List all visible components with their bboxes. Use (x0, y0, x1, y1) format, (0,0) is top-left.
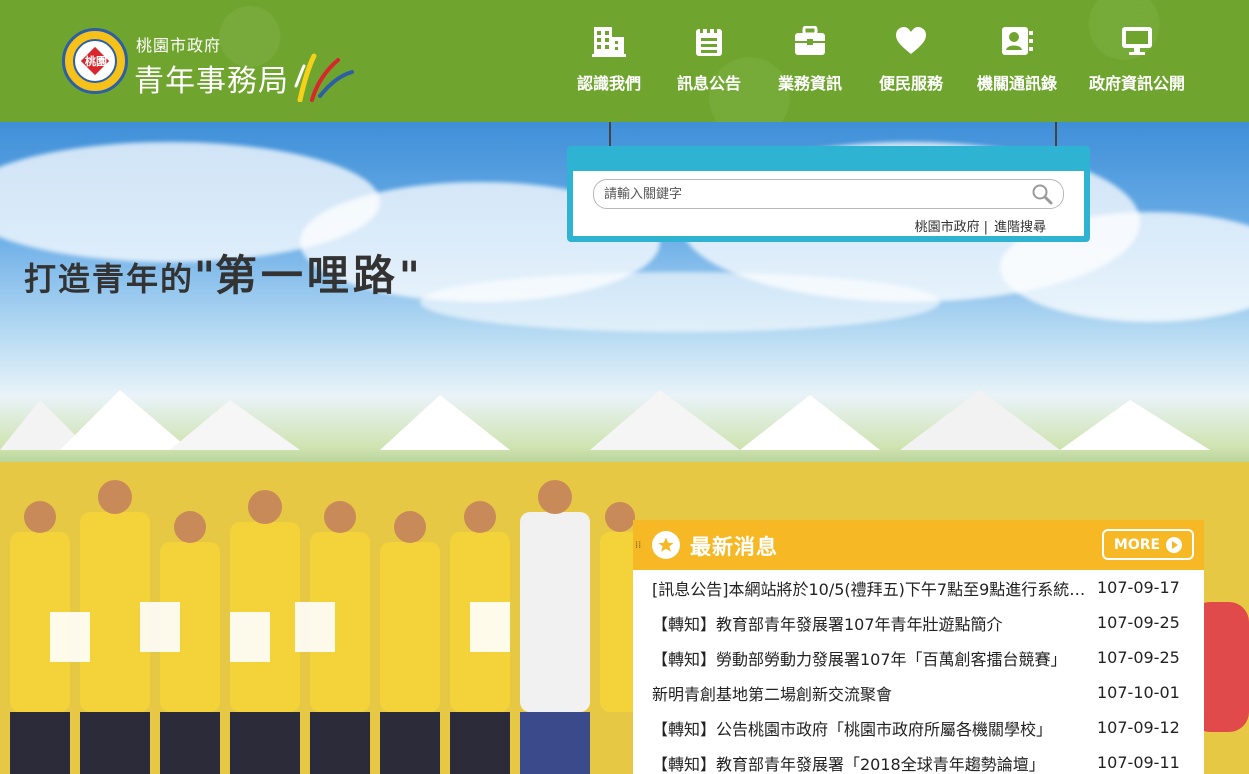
news-title: 最新消息 (690, 535, 778, 559)
briefcase-icon (794, 22, 826, 60)
news-header: ⁞⁞ 最新消息 MORE (633, 520, 1204, 570)
heart-icon (895, 22, 927, 60)
taoyuan-gov-link[interactable]: 桃園市政府 (915, 220, 980, 235)
news-item-date: 107-09-17 (1097, 578, 1180, 597)
slogan-main: 第一哩路 (214, 251, 399, 300)
news-item-title: 【轉知】教育部青年發展署「2018全球青年趨勢論壇」 (652, 754, 1045, 774)
search-panel: 桃園市政府| 進階搜尋 (567, 146, 1090, 242)
news-item-date: 107-09-12 (1097, 718, 1180, 737)
leaves-logo-icon (294, 53, 354, 102)
monitor-icon (1121, 22, 1153, 60)
slogan-close-quote: " (398, 254, 420, 300)
main-nav: 認識我們 訊息公告 業務資訊 便民服務 機關通訊錄 政府資訊公開 (565, 22, 1199, 102)
search-icon[interactable] (1031, 183, 1053, 205)
org-parent-name: 桃園市政府 (136, 36, 222, 55)
nav-business-info[interactable]: 業務資訊 (767, 22, 853, 102)
news-item-date: 107-09-11 (1097, 753, 1180, 772)
contact-card-icon (1001, 22, 1033, 60)
play-arrow-icon (1166, 536, 1183, 553)
nav-directory[interactable]: 機關通訊錄 (965, 22, 1069, 102)
news-item[interactable]: 新明青創基地第二場創新交流聚會 107-10-01 (633, 675, 1204, 710)
nav-label: 便民服務 (878, 74, 943, 93)
nav-citizen-services[interactable]: 便民服務 (869, 22, 953, 102)
news-item-title: [訊息公告]本網站將於10/5(禮拜五)下午7點至9點進行系統維護 (652, 579, 1092, 599)
news-item[interactable]: 【轉知】勞動部勞動力發展署107年「百萬創客擂台競賽」 107-09-25 (633, 640, 1204, 675)
news-item-title: 新明青創基地第二場創新交流聚會 (652, 684, 893, 704)
news-list: [訊息公告]本網站將於10/5(禮拜五)下午7點至9點進行系統維護 107-09… (633, 570, 1204, 774)
news-item-date: 107-09-25 (1097, 648, 1180, 667)
city-seal-icon: 桃園 (62, 28, 128, 94)
news-item[interactable]: [訊息公告]本網站將於10/5(禮拜五)下午7點至9點進行系統維護 107-09… (633, 570, 1204, 605)
news-item[interactable]: 【轉知】公告桃園市政府「桃園市政府所屬各機關學校」 107-09-12 (633, 710, 1204, 745)
more-label: MORE (1113, 536, 1161, 553)
nav-label: 訊息公告 (676, 74, 741, 93)
nav-label: 業務資訊 (777, 74, 842, 93)
slogan-prefix: 打造青年的 (24, 260, 195, 298)
news-item-title: 【轉知】勞動部勞動力發展署107年「百萬創客擂台競賽」 (652, 649, 1067, 669)
latest-news-panel: ⁞⁞ 最新消息 MORE [訊息公告]本網站將於10/5(禮拜五)下午7點至9點… (633, 520, 1204, 774)
site-header: 桃園 桃園市政府 青年事務局 認識我們 訊息公告 業務資訊 便民服務 機關通訊錄… (0, 0, 1249, 122)
nav-announcements[interactable]: 訊息公告 (667, 22, 751, 102)
more-button[interactable]: MORE (1102, 529, 1194, 560)
org-name: 青年事務局 (134, 64, 289, 99)
advanced-search-link[interactable]: 進階搜尋 (994, 220, 1046, 235)
building-icon (592, 22, 626, 60)
search-field (593, 179, 1064, 209)
nav-gov-info-disclosure[interactable]: 政府資訊公開 (1075, 22, 1199, 102)
news-item-date: 107-10-01 (1097, 683, 1180, 702)
notepad-icon (694, 22, 724, 60)
drag-handle-icon: ⁞⁞ (635, 540, 642, 551)
star-icon (652, 531, 680, 559)
seal-text: 桃園 (85, 55, 107, 68)
news-item-title: 【轉知】公告桃園市政府「桃園市政府所屬各機關學校」 (652, 719, 1053, 739)
link-separator: | (983, 220, 988, 235)
nav-label: 認識我們 (576, 74, 641, 93)
hero-slogan: 打造青年的"第一哩路" (24, 242, 420, 303)
slogan-open-quote: " (194, 254, 215, 300)
search-input[interactable] (604, 184, 1024, 204)
news-item-title: 【轉知】教育部青年發展署107年青年壯遊點簡介 (652, 614, 1003, 634)
nav-label: 機關通訊錄 (976, 74, 1057, 93)
site-logo[interactable]: 桃園 桃園市政府 青年事務局 (62, 26, 362, 102)
nav-about-us[interactable]: 認識我們 (565, 22, 653, 102)
news-item[interactable]: 【轉知】教育部青年發展署「2018全球青年趨勢論壇」 107-09-11 (633, 745, 1204, 774)
hero-banner: 打造青年的"第一哩路" 桃園市政府|進階搜尋 ⁞⁞ (0, 122, 1249, 774)
news-item[interactable]: 【轉知】教育部青年發展署107年青年壯遊點簡介 107-09-25 (633, 605, 1204, 640)
nav-label: 政府資訊公開 (1088, 74, 1185, 93)
news-item-date: 107-09-25 (1097, 613, 1180, 632)
search-links: 桃園市政府 | 進階搜尋 (915, 216, 1046, 235)
